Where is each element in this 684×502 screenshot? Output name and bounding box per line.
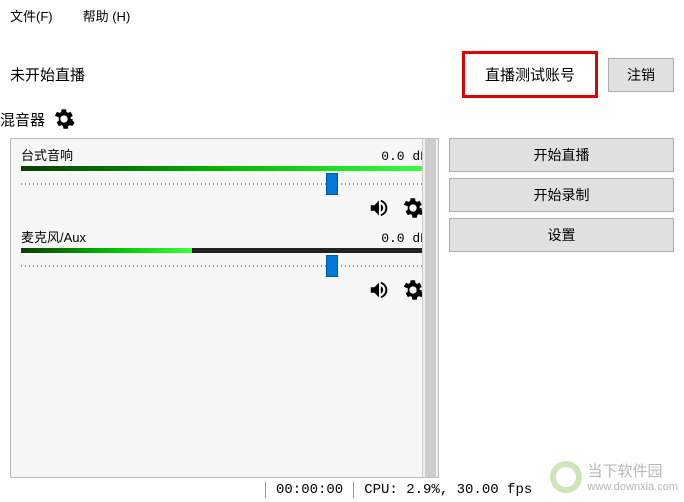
audio-source: 台式音响 0.0 dB bbox=[21, 143, 428, 219]
speaker-icon[interactable] bbox=[366, 279, 392, 301]
source-name: 台式音响 bbox=[21, 145, 73, 164]
volume-slider[interactable] bbox=[21, 177, 428, 191]
menu-help[interactable]: 帮助 (H) bbox=[83, 6, 131, 25]
status-time: 00:00:00 bbox=[276, 482, 343, 498]
start-record-button[interactable]: 开始录制 bbox=[449, 178, 674, 212]
logout-button[interactable]: 注销 bbox=[608, 58, 674, 92]
scrollbar[interactable] bbox=[422, 139, 438, 477]
source-db: 0.0 dB bbox=[381, 149, 428, 164]
watermark-logo-icon bbox=[550, 461, 582, 493]
account-label[interactable]: 直播测试账号 bbox=[462, 51, 598, 98]
status-cpu: CPU: 2.9%, 30.00 fps bbox=[364, 482, 532, 498]
watermark-title: 当下软件园 bbox=[588, 460, 678, 481]
volume-meter bbox=[21, 166, 428, 171]
volume-meter bbox=[21, 248, 428, 253]
source-name: 麦克风/Aux bbox=[21, 227, 86, 246]
gear-icon[interactable] bbox=[53, 108, 75, 130]
watermark-url: www.downxia.com bbox=[588, 481, 678, 494]
settings-button[interactable]: 设置 bbox=[449, 218, 674, 252]
stream-status: 未开始直播 bbox=[10, 64, 452, 85]
mixer-panel: 台式音响 0.0 dB 麦克风/Aux 0.0 bbox=[10, 138, 439, 478]
gear-icon[interactable] bbox=[402, 197, 424, 219]
volume-slider[interactable] bbox=[21, 259, 428, 273]
start-stream-button[interactable]: 开始直播 bbox=[449, 138, 674, 172]
audio-source: 麦克风/Aux 0.0 dB bbox=[21, 225, 428, 301]
watermark: 当下软件园 www.downxia.com bbox=[550, 460, 678, 494]
source-db: 0.0 dB bbox=[381, 231, 428, 246]
mixer-title: 混音器 bbox=[0, 109, 45, 130]
menu-file[interactable]: 文件(F) bbox=[10, 6, 53, 25]
gear-icon[interactable] bbox=[402, 279, 424, 301]
speaker-icon[interactable] bbox=[366, 197, 392, 219]
